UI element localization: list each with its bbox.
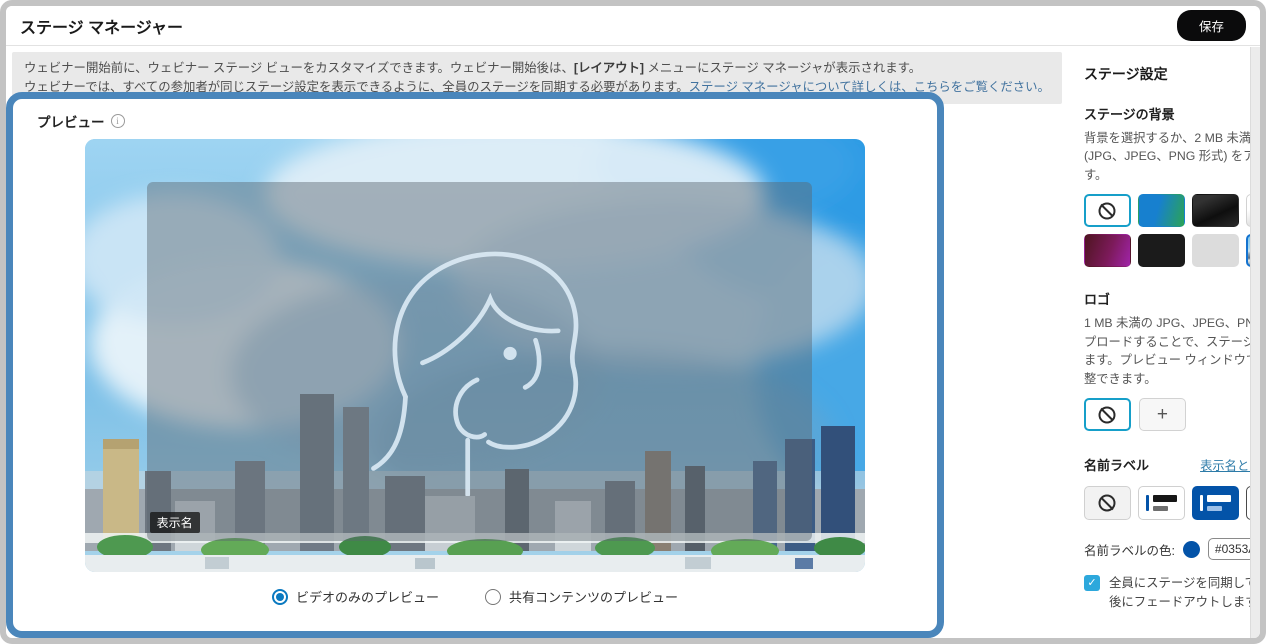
bg-swatch-none[interactable] [1083,194,1131,228]
label-style-left-bar-blue-selected[interactable] [1191,486,1239,521]
name-label-color-swatch[interactable] [1182,540,1200,558]
background-description: 背景を選択するか、2 MB 未満のファイル (JPG、JPEG、PNG 形式) … [1083,131,1264,182]
sync-fadeout-text: 全員にステージを同期しているときは、15 秒後にフェードアウトします。 [1108,576,1266,609]
logo-none-button[interactable] [1083,398,1131,432]
sync-fadeout-option: ✓ 全員にステージを同期しているときは、15 秒後にフェードアウトします。 [1083,574,1266,611]
name-label-section: 名前ラベル 表示名とサブタイトルを編集 [1083,455,1266,611]
logo-title: ロゴ [1083,292,1110,308]
background-title: ステージの背景 [1083,107,1175,122]
video-region-overlay[interactable]: 表示名 [146,182,812,541]
logo-description: 1 MB 未満の JPG、JPEG、PNG ファイルをアップロードすることで、ス… [1083,316,1266,386]
save-button[interactable]: 保存 [1176,10,1246,41]
label-style-left-bar-light[interactable] [1137,486,1185,521]
page-header: ステージ マネージャー 保存 [6,6,1260,46]
preview-panel: プレビュー i 表示名 ビデオのみのプレビュー 共有コンテンツのプレビュー [6,92,944,638]
ban-icon [1098,202,1116,220]
avatar-placeholder-icon [371,251,579,496]
name-label-title: 名前ラベル [1083,458,1149,474]
page-title: ステージ マネージャー [20,19,184,37]
logo-section: ロゴ 1 MB 未満の JPG、JPEG、PNG ファイルをアップロードすること… [1083,289,1266,432]
plus-icon: + [1156,403,1168,425]
bg-swatch-light-gray[interactable] [1191,234,1239,268]
bg-swatch-magenta-gradient[interactable] [1083,234,1131,268]
name-label-color-label: 名前ラベルの色: [1083,543,1175,558]
bg-swatch-blue-green-gradient[interactable] [1137,194,1185,228]
stage-settings-sidebar: ステージ設定 ステージの背景 背景を選択するか、2 MB 未満のファイル (JP… [1062,46,1266,638]
bg-swatch-dark-wave[interactable] [1191,194,1239,228]
check-icon: ✓ [1087,577,1097,590]
ban-icon [1098,406,1116,424]
sidebar-scrollbar[interactable] [1250,47,1260,638]
radio-shared-content-circle[interactable] [485,588,501,605]
preview-mode-radios: ビデオのみのプレビュー 共有コンテンツのプレビュー [29,587,921,606]
name-label-style-row [1083,486,1260,521]
label-style-none[interactable] [1083,486,1131,521]
radio-shared-content[interactable]: 共有コンテンツのプレビュー [485,587,678,606]
logo-add-button[interactable]: + [1138,398,1186,432]
name-label-color-row: 名前ラベルの色: [1083,538,1260,561]
bg-swatch-black[interactable] [1137,234,1185,268]
preview-title: プレビュー [37,115,105,131]
background-swatch-grid: ✕ + [1083,194,1260,268]
info-icon[interactable]: i [110,114,125,129]
sync-fadeout-checkbox[interactable]: ✓ [1083,575,1100,592]
stage-manager-window: ステージ マネージャー 保存 ウェビナー開始前に、ウェビナー ステージ ビューを… [0,0,1266,644]
stage-background-preview: 表示名 [85,139,865,573]
sidebar-title: ステージ設定 [1083,66,1168,82]
ban-icon [1098,494,1116,512]
background-section: ステージの背景 背景を選択するか、2 MB 未満のファイル (JPG、JPEG、… [1083,104,1264,268]
layout-menu-ref: [レイアウト] [573,61,645,75]
radio-video-only[interactable]: ビデオのみのプレビュー [271,587,439,606]
display-name-tag: 表示名 [149,511,200,533]
radio-video-only-circle[interactable] [271,588,288,605]
banner-line-1: ウェビナー開始前に、ウェビナー ステージ ビューをカスタマイズできます。ウェビナ… [24,61,922,75]
